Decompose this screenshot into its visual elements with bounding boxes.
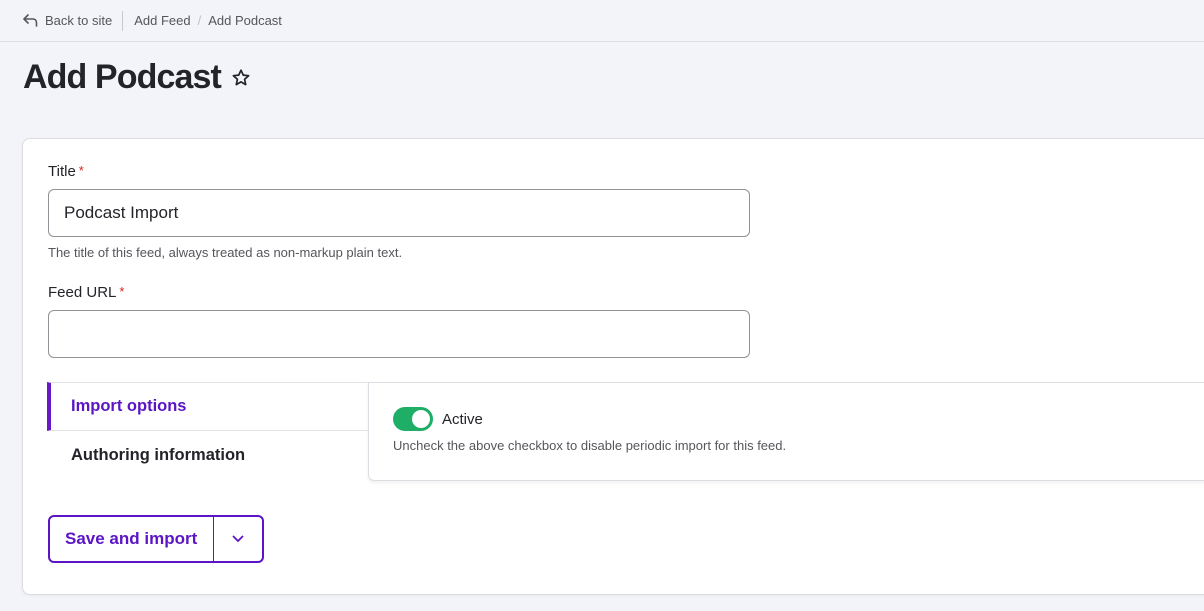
active-toggle[interactable] <box>393 407 433 431</box>
breadcrumb-add-podcast[interactable]: Add Podcast <box>208 13 282 28</box>
feed-url-field-label: Feed URL * <box>48 284 124 301</box>
page-header: Add Podcast <box>23 58 251 97</box>
back-to-site-link[interactable]: Back to site <box>23 10 124 31</box>
import-options-panel: Active Uncheck the above checkbox to dis… <box>368 382 1204 481</box>
page-title: Add Podcast <box>23 58 222 96</box>
required-marker: * <box>119 284 125 299</box>
active-help-text: Uncheck the above checkbox to disable pe… <box>393 438 787 453</box>
save-split-button: Save and import <box>48 515 264 563</box>
tab-import-options[interactable]: Import options <box>47 382 369 431</box>
back-arrow-icon <box>23 14 38 27</box>
title-input[interactable] <box>48 189 750 237</box>
title-help-text: The title of this feed, always treated a… <box>48 245 403 260</box>
vertical-tabs: Import options Authoring information <box>47 382 369 480</box>
active-toggle-label: Active <box>442 410 483 428</box>
back-to-site-label: Back to site <box>45 13 113 28</box>
feed-url-label-text: Feed URL <box>48 284 117 301</box>
tab-authoring-information[interactable]: Authoring information <box>47 431 369 480</box>
required-marker: * <box>78 163 84 178</box>
title-field-label: Title * <box>48 163 84 180</box>
toggle-knob <box>412 410 430 428</box>
feed-form-card: Title* The title of this feed, always tr… <box>22 138 1204 595</box>
breadcrumb-add-feed[interactable]: Add Feed <box>134 13 190 28</box>
breadcrumb: Add Feed / Add Podcast <box>134 13 282 28</box>
title-label-text: Title <box>48 163 76 180</box>
active-toggle-row: Active <box>393 407 483 431</box>
chevron-down-icon <box>232 535 244 542</box>
top-bar: Back to site Add Feed / Add Podcast <box>0 0 1204 42</box>
star-icon[interactable] <box>231 68 251 88</box>
breadcrumb-separator: / <box>197 13 202 28</box>
save-options-toggle[interactable] <box>214 517 262 561</box>
save-and-import-button[interactable]: Save and import <box>50 517 214 561</box>
feed-url-input[interactable] <box>48 310 750 358</box>
